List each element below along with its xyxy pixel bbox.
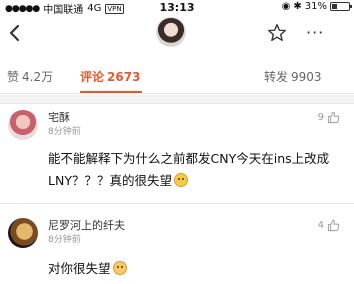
tab-likes[interactable]: 赞 4.2万 bbox=[7, 68, 53, 85]
tab-reposts-label: 转发 bbox=[264, 70, 289, 84]
smile-emoji-icon bbox=[173, 173, 188, 187]
tab-comments-count: 2673 bbox=[107, 70, 141, 84]
comment-item[interactable]: 宅酥 8分钟前 9 能不能解释下为什么之前都发CNY今天在ins上改成LNY？？… bbox=[0, 106, 354, 204]
comment-item[interactable]: 尼罗河上的纤夫 8分钟前 4 对你很失望 bbox=[0, 214, 354, 284]
tab-reposts[interactable]: 转发 9903 bbox=[264, 68, 322, 85]
comment-time: 8分钟前 bbox=[48, 127, 81, 137]
thumbs-up-icon bbox=[327, 111, 340, 124]
avatar[interactable] bbox=[8, 218, 38, 248]
comment-text: 能不能解释下为什么之前都发CNY今天在ins上改成LNY？？？真的很失望 bbox=[48, 148, 344, 192]
tab-comments[interactable]: 评论 2673 bbox=[80, 68, 140, 85]
author-avatar[interactable] bbox=[156, 17, 186, 47]
active-tab-indicator bbox=[80, 91, 142, 93]
battery-percent: 31% bbox=[304, 1, 327, 12]
engagement-tabs: 赞 4.2万 评论 2673 转发 9903 bbox=[0, 58, 354, 94]
section-divider bbox=[0, 95, 354, 104]
sad-emoji-icon bbox=[112, 261, 127, 275]
nav-bar: ··· bbox=[0, 14, 354, 56]
tab-reposts-count: 9903 bbox=[291, 70, 322, 84]
tab-likes-count: 4.2万 bbox=[22, 70, 54, 84]
thumbs-up-icon bbox=[327, 219, 340, 232]
like-button[interactable]: 9 bbox=[318, 111, 340, 124]
chevron-left-icon[interactable] bbox=[6, 21, 24, 45]
more-dots-icon[interactable]: ··· bbox=[306, 25, 324, 41]
comment-text: 对你很失望 bbox=[48, 258, 344, 280]
status-bar: ●●●●● 中国联通 4G VPN 13:13 ◉ ✱ 31% bbox=[0, 0, 354, 16]
star-outline-icon[interactable] bbox=[266, 22, 288, 44]
comment-author[interactable]: 尼罗河上的纤夫 bbox=[48, 217, 125, 233]
like-count: 4 bbox=[317, 220, 324, 231]
comment-author[interactable]: 宅酥 bbox=[48, 109, 70, 125]
status-right: ◉ ✱ 31% bbox=[281, 1, 352, 12]
location-icon: ◉ bbox=[281, 1, 291, 12]
tab-likes-label: 赞 bbox=[7, 70, 20, 84]
comment-time: 8分钟前 bbox=[48, 235, 81, 245]
battery-fill bbox=[332, 4, 337, 9]
comment-body: 能不能解释下为什么之前都发CNY今天在ins上改成LNY？？？真的很失望 bbox=[48, 151, 330, 188]
comment-body: 对你很失望 bbox=[48, 261, 111, 276]
battery-icon bbox=[330, 2, 352, 11]
bluetooth-icon: ✱ bbox=[293, 1, 302, 12]
tab-comments-label: 评论 bbox=[80, 70, 105, 84]
like-count: 9 bbox=[317, 112, 324, 123]
like-button[interactable]: 4 bbox=[318, 219, 340, 232]
avatar[interactable] bbox=[8, 110, 38, 140]
